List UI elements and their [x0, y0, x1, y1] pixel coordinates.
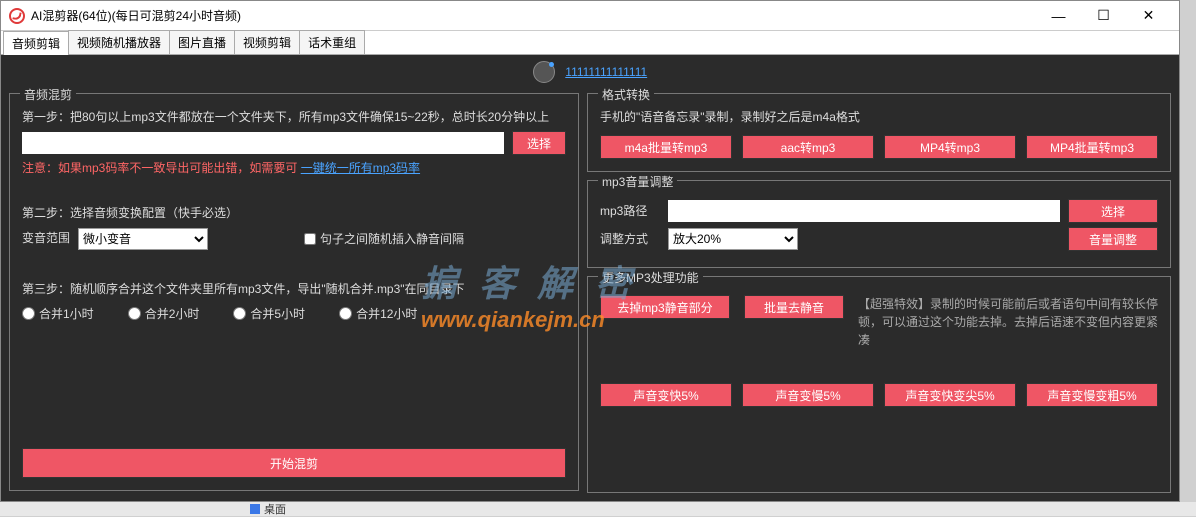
unify-bitrate-link[interactable]: 一键统一所有mp3码率	[301, 161, 420, 175]
close-button[interactable]: ✕	[1126, 1, 1171, 31]
mp3-path-input[interactable]	[668, 200, 1060, 222]
speed-up-button[interactable]: 声音变快5%	[600, 383, 732, 407]
adjust-method-label: 调整方式	[600, 230, 660, 249]
merge-duration-radios: 合并1小时 合并2小时 合并5小时 合并12小时	[22, 305, 566, 322]
maximize-button[interactable]: ☐	[1081, 1, 1126, 31]
voice-range-label: 变音范围	[22, 229, 70, 248]
more-row2: 声音变快5% 声音变慢5% 声音变快变尖5% 声音变慢变粗5%	[600, 383, 1158, 407]
minimize-button[interactable]: —	[1036, 1, 1081, 31]
radio-1h[interactable]: 合并1小时	[22, 305, 94, 322]
mp3-path-label: mp3路径	[600, 202, 660, 221]
audio-mix-group: 音频混剪 第一步：把80句以上mp3文件都放在一个文件夹下，所有mp3文件确保1…	[9, 93, 579, 491]
left-column: 音频混剪 第一步：把80句以上mp3文件都放在一个文件夹下，所有mp3文件确保1…	[9, 93, 579, 493]
tab-bar: 音频剪辑 视频随机播放器 图片直播 视频剪辑 话术重组	[1, 31, 1179, 55]
tab-script-recombine[interactable]: 话术重组	[299, 30, 365, 54]
tab-audio-edit[interactable]: 音频剪辑	[3, 31, 69, 55]
taskbar-icon	[250, 504, 260, 514]
source-folder-input[interactable]	[22, 132, 504, 154]
aac-to-mp3-button[interactable]: aac转mp3	[742, 135, 874, 159]
right-column: 格式转换 手机的"语音备忘录"录制，录制好之后是m4a格式 m4a批量转mp3 …	[587, 93, 1171, 493]
remove-silence-button[interactable]: 去掉mp3静音部分	[600, 295, 730, 319]
insert-silence-label: 句子之间随机插入静音间隔	[320, 230, 464, 247]
radio-12h[interactable]: 合并12小时	[339, 305, 417, 322]
step1-note: 注意：如果mp3码率不一致导出可能出错，如需要可 一键统一所有mp3码率	[22, 159, 566, 178]
step1-text: 第一步：把80句以上mp3文件都放在一个文件夹下，所有mp3文件确保15~22秒…	[22, 108, 566, 127]
mp4-to-mp3-button[interactable]: MP4转mp3	[884, 135, 1016, 159]
tab-image-live[interactable]: 图片直播	[169, 30, 235, 54]
adjust-method-select[interactable]: 放大20%	[668, 228, 798, 250]
account-row: 11111111111111	[1, 61, 1179, 83]
taskbar-label: 桌面	[264, 501, 286, 517]
step2-row: 变音范围 微小变音 句子之间随机插入静音间隔	[22, 228, 566, 250]
tab-video-random-player[interactable]: 视频随机播放器	[68, 30, 170, 54]
app-logo-icon	[9, 8, 25, 24]
slow-pitch-down-button[interactable]: 声音变慢变粗5%	[1026, 383, 1158, 407]
volume-method-row: 调整方式 放大20% 音量调整	[600, 227, 1158, 251]
format-legend: 格式转换	[598, 86, 654, 103]
titlebar: AI混剪器(64位)(每日可混剪24小时音频) — ☐ ✕	[1, 1, 1179, 31]
volume-adjust-group: mp3音量调整 mp3路径 选择 调整方式 放大20% 音量调整	[587, 180, 1171, 268]
start-mix-button[interactable]: 开始混剪	[22, 448, 566, 478]
speed-pitch-up-button[interactable]: 声音变快变尖5%	[884, 383, 1016, 407]
voice-range-select[interactable]: 微小变音	[78, 228, 208, 250]
select-folder-button[interactable]: 选择	[512, 131, 566, 155]
m4a-batch-button[interactable]: m4a批量转mp3	[600, 135, 732, 159]
volume-path-row: mp3路径 选择	[600, 199, 1158, 223]
step2-text: 第二步：选择音频变换配置（快手必选）	[22, 204, 566, 223]
slow-down-button[interactable]: 声音变慢5%	[742, 383, 874, 407]
more-legend: 更多MP3处理功能	[598, 269, 703, 286]
note-prefix: 注意：如果mp3码率不一致导出可能出错，如需要可	[22, 161, 297, 175]
format-convert-group: 格式转换 手机的"语音备忘录"录制，录制好之后是m4a格式 m4a批量转mp3 …	[587, 93, 1171, 172]
insert-silence-checkbox[interactable]	[304, 233, 316, 245]
more-processing-group: 更多MP3处理功能 去掉mp3静音部分 批量去静音 【超强特效】录制的时候可能前…	[587, 276, 1171, 493]
mp4-batch-button[interactable]: MP4批量转mp3	[1026, 135, 1158, 159]
avatar-icon[interactable]	[533, 61, 555, 83]
audio-mix-legend: 音频混剪	[20, 86, 76, 103]
step1-row: 选择	[22, 131, 566, 155]
content-area: 11111111111111 掮 客 解 密 www.qiankejm.cn 音…	[1, 55, 1179, 501]
more-row1: 去掉mp3静音部分 批量去静音 【超强特效】录制的时候可能前后或者语句中间有较长…	[600, 295, 1158, 349]
window-title: AI混剪器(64位)(每日可混剪24小时音频)	[31, 7, 241, 24]
volume-legend: mp3音量调整	[598, 173, 677, 190]
account-link[interactable]: 11111111111111	[565, 65, 647, 79]
radio-2h[interactable]: 合并2小时	[128, 305, 200, 322]
volume-select-button[interactable]: 选择	[1068, 199, 1158, 223]
insert-silence-option[interactable]: 句子之间随机插入静音间隔	[304, 230, 464, 247]
os-taskbar: 桌面	[0, 502, 1196, 516]
step3-text: 第三步：随机顺序合并这个文件夹里所有mp3文件，导出"随机合并.mp3"在同目录…	[22, 280, 566, 299]
window-controls: — ☐ ✕	[1036, 1, 1171, 31]
format-buttons: m4a批量转mp3 aac转mp3 MP4转mp3 MP4批量转mp3	[600, 135, 1158, 159]
format-desc: 手机的"语音备忘录"录制，录制好之后是m4a格式	[600, 108, 1158, 127]
radio-5h[interactable]: 合并5小时	[233, 305, 305, 322]
more-hint: 【超强特效】录制的时候可能前后或者语句中间有较长停顿，可以通过这个功能去掉。去掉…	[858, 295, 1158, 349]
volume-adjust-button[interactable]: 音量调整	[1068, 227, 1158, 251]
tab-video-edit[interactable]: 视频剪辑	[234, 30, 300, 54]
app-window: AI混剪器(64位)(每日可混剪24小时音频) — ☐ ✕ 音频剪辑 视频随机播…	[0, 0, 1180, 502]
batch-remove-silence-button[interactable]: 批量去静音	[744, 295, 844, 319]
